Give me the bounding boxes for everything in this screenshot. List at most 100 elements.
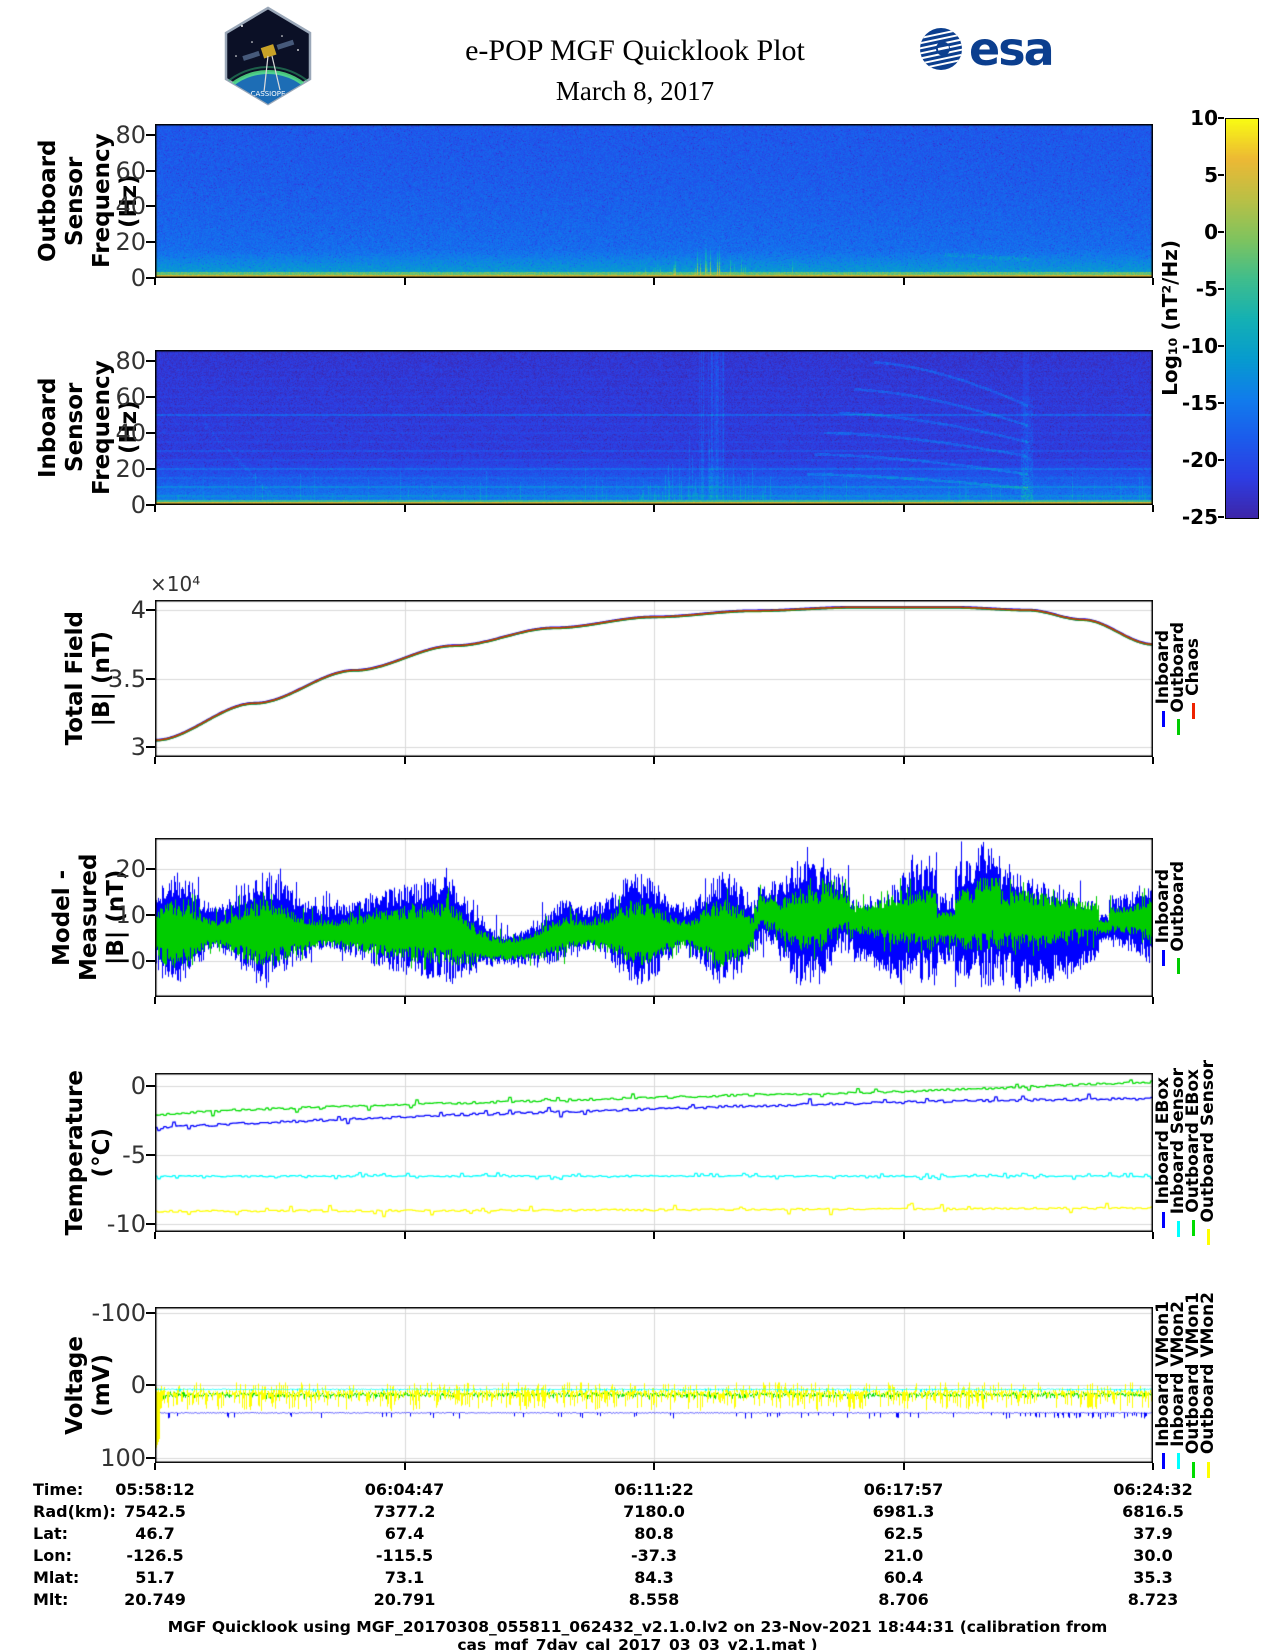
colorbar-tick-label: 0 (1204, 220, 1218, 244)
y-tick-label: -100 (91, 1298, 146, 1327)
x-tick-mark (154, 1463, 156, 1470)
colorbar-tick-mark (1218, 117, 1224, 119)
y-tick-mark (146, 431, 155, 434)
legend-entry: Outboard Sensor (1198, 1060, 1218, 1246)
table-cell: 06:17:57 (863, 1480, 944, 1499)
x-tick-mark (1152, 1232, 1154, 1239)
y-tick-label: 60 (115, 156, 146, 185)
colorbar-tick-mark (1218, 516, 1224, 518)
x-tick-mark (902, 278, 905, 285)
y-tick-mark (146, 1311, 155, 1314)
table-cell: 30.0 (1133, 1546, 1173, 1565)
legend-entry: Outboard (1168, 860, 1188, 975)
y-tick-label: 80 (115, 120, 146, 149)
y-tick-label: -5 (122, 1140, 146, 1169)
table-cell: 21.0 (883, 1546, 924, 1565)
y-tick-mark (146, 745, 155, 748)
colorbar-tick-label: -25 (1181, 505, 1218, 529)
colorbar-tick-label: -20 (1181, 448, 1218, 472)
legend-swatch (1192, 1219, 1195, 1236)
legend-swatch (1162, 950, 1165, 967)
x-tick-mark (1152, 278, 1154, 285)
table-cell: 73.1 (384, 1568, 425, 1587)
table-cell: 06:11:22 (614, 1480, 694, 1499)
table-cell: 84.3 (634, 1568, 674, 1587)
x-tick-mark (154, 757, 156, 764)
figure-date: March 8, 2017 (555, 76, 715, 106)
legend-total-field: Inboard Outboard Chaos (1153, 600, 1226, 757)
y-tick-mark (146, 1084, 155, 1087)
y-tick-label: 0 (130, 264, 146, 292)
esa-wordmark: esa (969, 22, 1055, 76)
esa-logo: esa (918, 22, 1055, 76)
legend-swatch (1192, 1461, 1195, 1478)
table-cell: 20.749 (124, 1590, 186, 1609)
colorbar-tick-mark (1218, 402, 1224, 404)
x-tick-mark (902, 997, 905, 1004)
legend-entry: Outboard VMon2 (1198, 1292, 1218, 1478)
x-tick-mark (653, 1463, 655, 1470)
legend-label: Chaos (1183, 638, 1203, 696)
y-tick-label: 4 (130, 596, 146, 624)
model-minus-measured-canvas (155, 838, 1153, 997)
table-cell: -126.5 (126, 1546, 184, 1565)
y-tick-label: 10 (115, 900, 146, 929)
table-cell: 06:04:47 (364, 1480, 445, 1499)
legend-entry: Chaos (1183, 638, 1203, 719)
x-tick-mark (902, 505, 905, 512)
x-tick-mark (403, 757, 406, 764)
colorbar (1225, 118, 1259, 519)
x-tick-mark (653, 997, 655, 1004)
y-tick-label: 100 (100, 1443, 146, 1472)
x-tick-mark (1152, 997, 1154, 1004)
y-tick-label: 40 (115, 418, 146, 447)
colorbar-tick-label: 5 (1204, 163, 1218, 187)
legend-swatch (1177, 1453, 1180, 1470)
voltage-canvas (155, 1307, 1153, 1463)
x-tick-mark (653, 757, 655, 764)
y-tick-label: 3.5 (107, 664, 146, 693)
y-tick-label: 20 (115, 228, 146, 257)
table-cell: 7542.5 (124, 1502, 186, 1521)
y-tick-label: 3 (130, 732, 146, 761)
figure-title: e-POP MGF Quicklook Plot (465, 34, 805, 67)
table-cell: 6981.3 (872, 1502, 935, 1521)
table-cell: 46.7 (135, 1524, 175, 1543)
y-tick-label: 20 (115, 454, 146, 483)
inboard-spectrogram-canvas (155, 350, 1153, 505)
x-tick-mark (403, 1463, 406, 1470)
y-tick-mark (146, 1153, 155, 1156)
legend-label: Outboard (1168, 860, 1188, 952)
table-cell: 05:58:12 (115, 1480, 195, 1499)
y-tick-label: 0 (130, 947, 146, 976)
total-field-canvas (155, 600, 1153, 757)
colorbar-gradient (1226, 119, 1258, 518)
x-tick-mark (653, 1232, 655, 1239)
table-cell: 7180.0 (623, 1502, 685, 1521)
colorbar-tick-mark (1218, 345, 1224, 347)
legend-swatch (1162, 1453, 1165, 1470)
legend-model-minus-measured: Inboard Outboard (1153, 838, 1226, 997)
x-tick-mark (403, 505, 406, 512)
legend-swatch (1207, 1229, 1210, 1246)
x-tick-mark (1152, 505, 1154, 512)
table-cell: 8.723 (1127, 1590, 1179, 1609)
x-tick-mark (154, 997, 156, 1004)
x-tick-mark (154, 505, 156, 512)
colorbar-tick-label: -15 (1181, 391, 1218, 415)
table-cell: -115.5 (375, 1546, 434, 1565)
y-tick-label: -10 (106, 1209, 146, 1238)
y-tick-mark (146, 205, 155, 208)
x-tick-mark (403, 278, 406, 285)
quicklook-figure: CASSIOPE e-POP MGF Quicklook Plot March … (0, 0, 1275, 1650)
legend-swatch (1207, 1461, 1210, 1478)
outboard-spectrogram-canvas (155, 124, 1153, 278)
table-cell: 7377.2 (373, 1502, 436, 1521)
x-tick-mark (154, 278, 156, 285)
y-tick-label: 20 (115, 854, 146, 883)
temperature-canvas (155, 1073, 1153, 1232)
y-tick-label: 80 (115, 346, 146, 375)
y-tick-mark (146, 867, 155, 870)
table-cell: -37.3 (630, 1546, 678, 1565)
x-tick-mark (902, 1463, 905, 1470)
